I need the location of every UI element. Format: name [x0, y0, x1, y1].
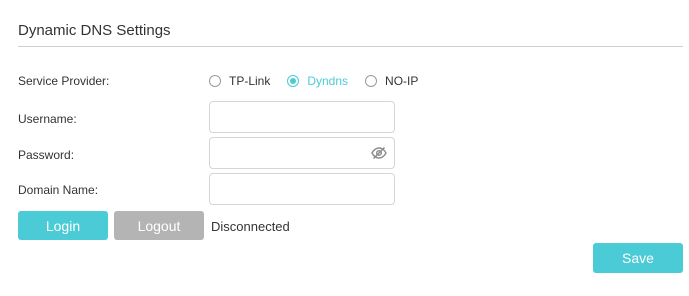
password-label: Password: [18, 148, 75, 162]
save-button[interactable]: Save [593, 243, 683, 273]
password-field-box [209, 137, 395, 169]
radio-option-dyndns[interactable]: Dyndns [287, 74, 348, 88]
radio-button-tp-link[interactable] [209, 75, 221, 87]
service-provider-radio-group: TP-Link Dyndns NO-IP [209, 73, 435, 89]
radio-button-dyndns[interactable] [287, 75, 300, 87]
username-field-box [209, 101, 395, 133]
eye-slash-icon[interactable] [371, 146, 387, 160]
section-title: Dynamic DNS Settings [18, 22, 171, 39]
domain-name-input[interactable] [210, 174, 394, 204]
domain-name-field-box [209, 173, 395, 205]
radio-selected-dot [290, 78, 297, 84]
domain-name-label: Domain Name: [18, 183, 99, 197]
radio-label-tp-link: TP-Link [229, 74, 271, 88]
section-divider [18, 46, 683, 47]
login-button[interactable]: Login [18, 211, 108, 240]
radio-option-tp-link[interactable]: TP-Link [209, 74, 270, 88]
radio-label-no-ip: NO-IP [385, 74, 419, 88]
password-input[interactable] [210, 138, 394, 168]
radio-option-no-ip[interactable]: NO-IP [365, 74, 418, 88]
connection-status: Disconnected [211, 219, 290, 234]
username-label: Username: [18, 112, 77, 126]
radio-label-dyndns: Dyndns [307, 74, 349, 88]
logout-button[interactable]: Logout [114, 211, 204, 240]
username-input[interactable] [210, 102, 394, 132]
service-provider-label: Service Provider: [18, 74, 110, 88]
radio-button-no-ip[interactable] [365, 75, 378, 87]
